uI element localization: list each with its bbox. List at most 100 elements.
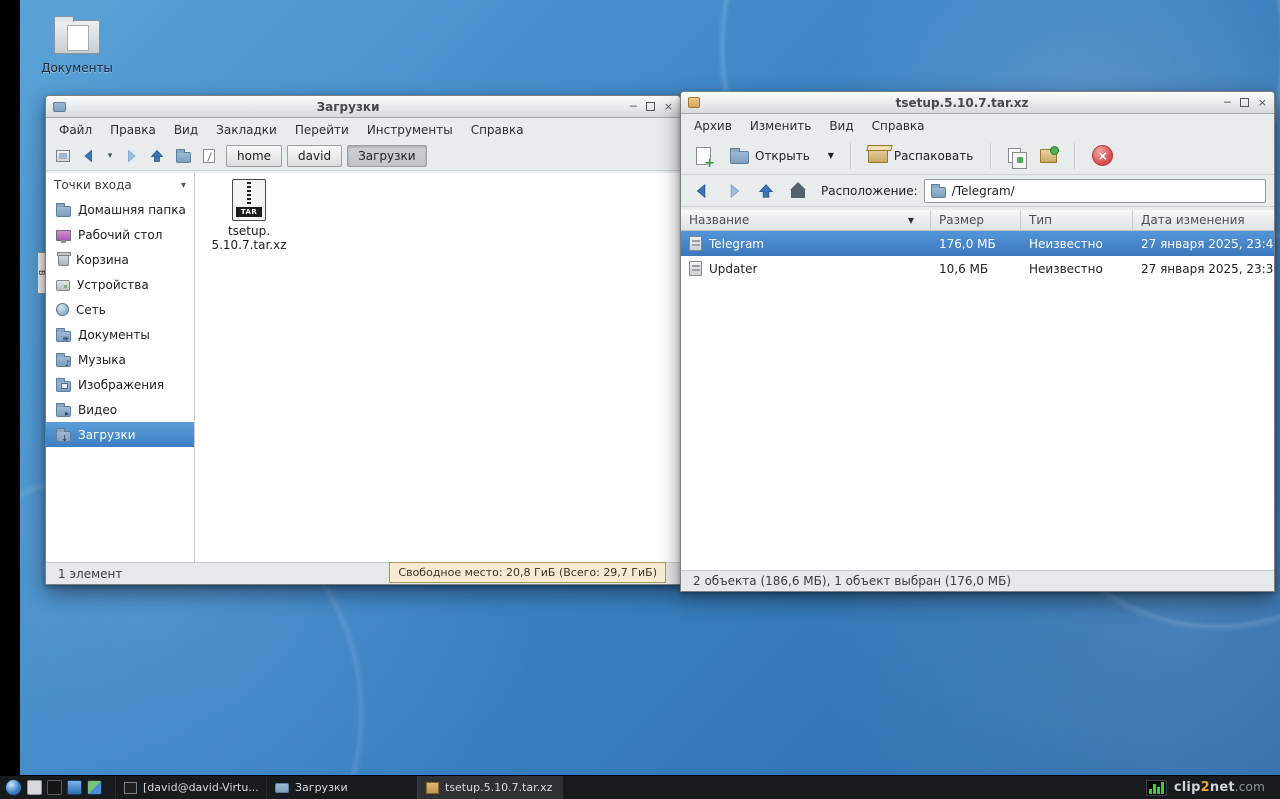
menu-help[interactable]: Справка <box>463 120 532 140</box>
column-header-type[interactable]: Тип <box>1021 210 1133 230</box>
column-header-modified[interactable]: Дата изменения <box>1133 210 1274 230</box>
extract-button[interactable]: Распаковать <box>860 141 981 171</box>
sidebar-item-documents[interactable]: Документы <box>46 322 194 347</box>
column-label: Название <box>689 213 750 227</box>
places-sidebar: Точки входа ▾ Домашняя папка Рабочий сто… <box>46 173 195 562</box>
cell-text: Неизвестно <box>1029 261 1103 276</box>
menu-tools[interactable]: Инструменты <box>359 120 461 140</box>
menu-file[interactable]: Файл <box>51 120 100 140</box>
forward-button[interactable] <box>119 144 143 168</box>
add-to-archive-button[interactable] <box>1032 141 1065 171</box>
home-button[interactable] <box>171 144 195 168</box>
open-dropdown-button[interactable]: ▼ <box>821 141 841 171</box>
table-row-updater[interactable]: Updater 10,6 МБ Неизвестно 27 января 202… <box>681 256 1274 281</box>
minimize-button[interactable]: ─ <box>1224 97 1231 108</box>
menu-bookmarks[interactable]: Закладки <box>208 120 285 140</box>
new-window-button[interactable] <box>51 144 75 168</box>
sidebar-item-home[interactable]: Домашняя папка <box>46 197 194 222</box>
sidebar-item-desktop[interactable]: Рабочий стол <box>46 222 194 247</box>
browser-launcher-icon[interactable] <box>5 779 22 796</box>
up-button[interactable] <box>145 144 169 168</box>
media-launcher-icon[interactable] <box>87 780 102 795</box>
copy-icon <box>1008 148 1028 169</box>
archive-manager-titlebar[interactable]: tsetup.5.10.7.tar.xz ─ × <box>681 92 1274 114</box>
close-button[interactable]: × <box>1258 97 1267 108</box>
file-manager-launcher-icon[interactable] <box>67 780 82 795</box>
stop-button[interactable]: × <box>1084 141 1121 171</box>
menu-go[interactable]: Перейти <box>287 120 357 140</box>
item-count-text: 1 элемент <box>58 566 123 581</box>
breadcrumb-home[interactable]: home <box>226 144 283 167</box>
home-icon <box>790 182 806 198</box>
task-button-archive[interactable]: tsetup.5.10.7.tar.xz <box>417 776 563 799</box>
file-icon <box>689 236 702 251</box>
location-input[interactable]: /Telegram/ <box>923 178 1266 203</box>
desktop-icon-documents[interactable]: Документы <box>30 16 124 75</box>
maximize-button[interactable] <box>1239 98 1249 107</box>
back-arrow-icon <box>696 183 706 198</box>
back-button[interactable] <box>689 178 715 204</box>
clip2net-tray-chart-icon[interactable] <box>1145 779 1167 796</box>
open-button-label: Открыть <box>755 148 810 163</box>
file-manager-content: Точки входа ▾ Домашняя папка Рабочий сто… <box>46 173 680 562</box>
task-button-label: [david@david-Virtu... <box>143 781 259 794</box>
copy-button[interactable] <box>1000 141 1029 171</box>
sidebar-item-music[interactable]: Музыка <box>46 347 194 372</box>
home-button[interactable] <box>785 178 811 204</box>
task-button-label: Загрузки <box>295 781 348 794</box>
menu-view[interactable]: Вид <box>166 120 206 140</box>
back-button[interactable] <box>77 144 101 168</box>
new-window-icon <box>56 149 70 162</box>
task-button-downloads[interactable]: Загрузки <box>266 776 412 799</box>
window-controls: ─ × <box>630 101 673 112</box>
sidebar-item-downloads[interactable]: Загрузки <box>46 422 194 447</box>
clip2net-2: 2 <box>1200 780 1210 795</box>
sidebar-item-video[interactable]: Видео <box>46 397 194 422</box>
menu-view[interactable]: Вид <box>821 116 861 136</box>
up-arrow-icon <box>150 149 164 162</box>
terminal-launcher-icon[interactable] <box>47 780 62 795</box>
show-desktop-icon[interactable] <box>27 780 42 795</box>
new-archive-button[interactable] <box>688 141 719 171</box>
maximize-button[interactable] <box>645 102 655 111</box>
menu-edit[interactable]: Правка <box>102 120 164 140</box>
file-list-area[interactable]: TAR tsetup. 5.10.7.tar.xz <box>195 173 680 562</box>
sidebar-header[interactable]: Точки входа ▾ <box>46 173 194 197</box>
forward-button[interactable] <box>721 178 747 204</box>
stop-x-glyph: × <box>1097 148 1108 163</box>
task-button-terminal[interactable]: [david@david-Virtu... <box>115 776 261 799</box>
menu-help[interactable]: Справка <box>864 116 933 136</box>
close-button[interactable]: × <box>664 101 673 112</box>
file-manager-titlebar[interactable]: Загрузки ─ × <box>46 96 680 118</box>
file-name: tsetup. 5.10.7.tar.xz <box>211 224 286 253</box>
minimize-button[interactable]: ─ <box>630 101 637 112</box>
location-toggle-button[interactable] <box>197 144 221 168</box>
table-row-telegram[interactable]: Telegram 176,0 МБ Неизвестно 27 января 2… <box>681 231 1274 256</box>
menu-archive[interactable]: Архив <box>686 116 740 136</box>
sidebar-item-trash[interactable]: Корзина <box>46 247 194 272</box>
network-globe-icon <box>56 303 69 316</box>
file-manager-title: Загрузки <box>316 99 380 114</box>
breadcrumb-downloads[interactable]: Загрузки <box>347 144 427 167</box>
file-item-tsetup[interactable]: TAR tsetup. 5.10.7.tar.xz <box>209 179 289 253</box>
trash-icon <box>57 251 71 266</box>
column-header-size[interactable]: Размер <box>931 210 1021 230</box>
history-dropdown-button[interactable]: ▾ <box>103 144 117 168</box>
up-button[interactable] <box>753 178 779 204</box>
chevron-down-icon: ▾ <box>107 150 113 161</box>
location-label: Расположение: <box>821 183 918 198</box>
column-header-name[interactable]: Название ▼ <box>681 210 931 230</box>
window-controls: ─ × <box>1224 97 1267 108</box>
archive-manager-window: tsetup.5.10.7.tar.xz ─ × Архив Изменить … <box>680 91 1275 592</box>
menu-edit[interactable]: Изменить <box>742 116 820 136</box>
images-folder-icon <box>56 377 71 392</box>
cell-text: 27 января 2025, 23:39 <box>1141 261 1274 276</box>
toolbar-separator <box>1074 142 1076 169</box>
file-manager-toolbar: ▾ home david Загрузки <box>46 141 680 171</box>
sidebar-item-images[interactable]: Изображения <box>46 372 194 397</box>
cell-text: Updater <box>709 261 758 276</box>
sidebar-item-network[interactable]: Сеть <box>46 297 194 322</box>
sidebar-item-devices[interactable]: Устройства <box>46 272 194 297</box>
breadcrumb-david[interactable]: david <box>287 144 343 167</box>
open-archive-button[interactable]: Открыть <box>722 141 818 171</box>
